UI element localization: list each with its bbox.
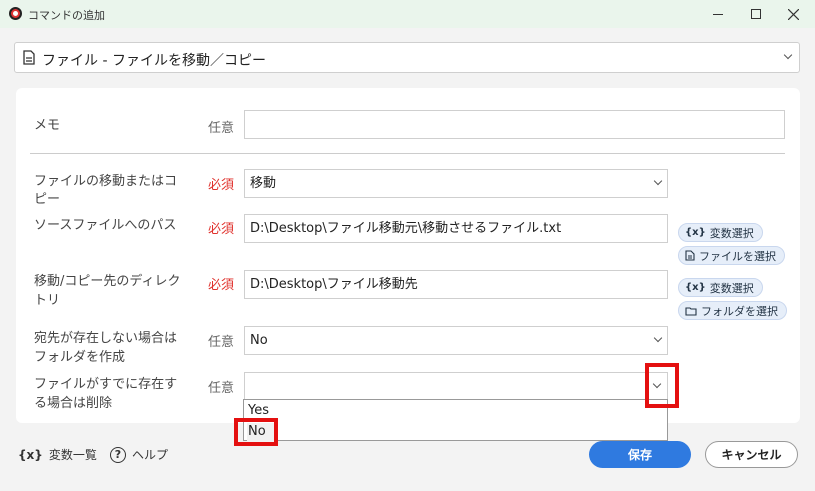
create-folder-label-line1: 宛先が存在しない場合は [34, 331, 178, 346]
memo-optional-tag: 任意 [208, 121, 235, 136]
folder-icon [685, 306, 697, 316]
maximize-icon [750, 9, 761, 19]
close-button[interactable] [771, 0, 815, 28]
highlight-box-dropdown-arrow [645, 363, 679, 408]
dest-dir-label-line2: トリ [34, 293, 61, 308]
variable-icon: {x} [18, 447, 43, 462]
create-folder-label-line2: フォルダを作成 [34, 350, 126, 365]
delete-existing-optional-tag: 任意 [208, 381, 235, 396]
variables-list-label: 変数一覧 [48, 448, 97, 462]
highlight-box-no-option [234, 418, 278, 446]
create-folder-select[interactable]: No [244, 326, 668, 355]
delete-existing-select[interactable] [244, 372, 668, 400]
move-copy-label-line1: ファイルの移動またはコ [34, 174, 178, 189]
title-bar: コマンドの追加 [0, 0, 815, 28]
delete-existing-label-line1: ファイルがすでに存在す [34, 377, 178, 392]
minimize-icon [712, 13, 723, 15]
help-icon: ? [110, 446, 126, 463]
variable-select-button[interactable]: {x} 変数選択 [678, 223, 763, 242]
variable-icon: {x} [685, 227, 706, 238]
document-icon [23, 50, 35, 65]
file-icon [685, 250, 695, 261]
variable-select-label: 変数選択 [709, 281, 754, 295]
move-copy-select[interactable]: 移動 [244, 169, 668, 198]
folder-select-label: フォルダを選択 [701, 304, 778, 318]
move-copy-label-line2: ピー [34, 192, 61, 207]
close-icon [788, 8, 799, 20]
file-select-label: ファイルを選択 [699, 249, 776, 263]
save-button[interactable]: 保存 [589, 441, 691, 468]
folder-select-button[interactable]: フォルダを選択 [678, 301, 787, 320]
variable-icon: {x} [685, 282, 706, 293]
command-select[interactable]: ファイル - ファイルを移動／コピー [14, 42, 800, 73]
variables-list-link[interactable]: {x} 変数一覧 [18, 446, 97, 463]
dropdown-list: Yes No [243, 399, 668, 441]
create-folder-optional-tag: 任意 [208, 335, 235, 350]
chevron-down-icon [653, 176, 663, 186]
variable-select-button-2[interactable]: {x} 変数選択 [678, 278, 763, 297]
dest-dir-input[interactable]: D:\Desktop\ファイル移動先 [244, 270, 668, 299]
help-label: ヘルプ [132, 448, 169, 462]
window-title: コマンドの追加 [28, 9, 105, 22]
source-path-input[interactable]: D:\Desktop\ファイル移動元\移動させるファイル.txt [244, 214, 668, 243]
source-path-required-tag: 必須 [208, 222, 235, 237]
chevron-down-icon [783, 50, 793, 60]
dest-dir-label-line1: 移動/コピー先のディレク [34, 274, 181, 289]
help-link[interactable]: ? ヘルプ [110, 446, 168, 463]
memo-label: メモ [34, 118, 61, 133]
chevron-down-icon [653, 333, 663, 343]
divider [30, 153, 785, 154]
dest-dir-required-tag: 必須 [208, 278, 235, 293]
source-path-label: ソースファイルへのパス [34, 218, 177, 233]
cancel-button[interactable]: キャンセル [705, 441, 798, 468]
memo-input[interactable] [244, 110, 785, 139]
variable-select-label: 変数選択 [709, 226, 754, 240]
delete-existing-label-line2: る場合は削除 [34, 396, 113, 411]
file-select-button[interactable]: ファイルを選択 [678, 246, 785, 265]
create-folder-select-value: No [250, 333, 268, 348]
command-select-value: ファイル - ファイルを移動／コピー [42, 53, 266, 69]
app-icon [9, 7, 22, 20]
move-copy-required-tag: 必須 [208, 178, 235, 193]
move-copy-select-value: 移動 [250, 176, 277, 191]
